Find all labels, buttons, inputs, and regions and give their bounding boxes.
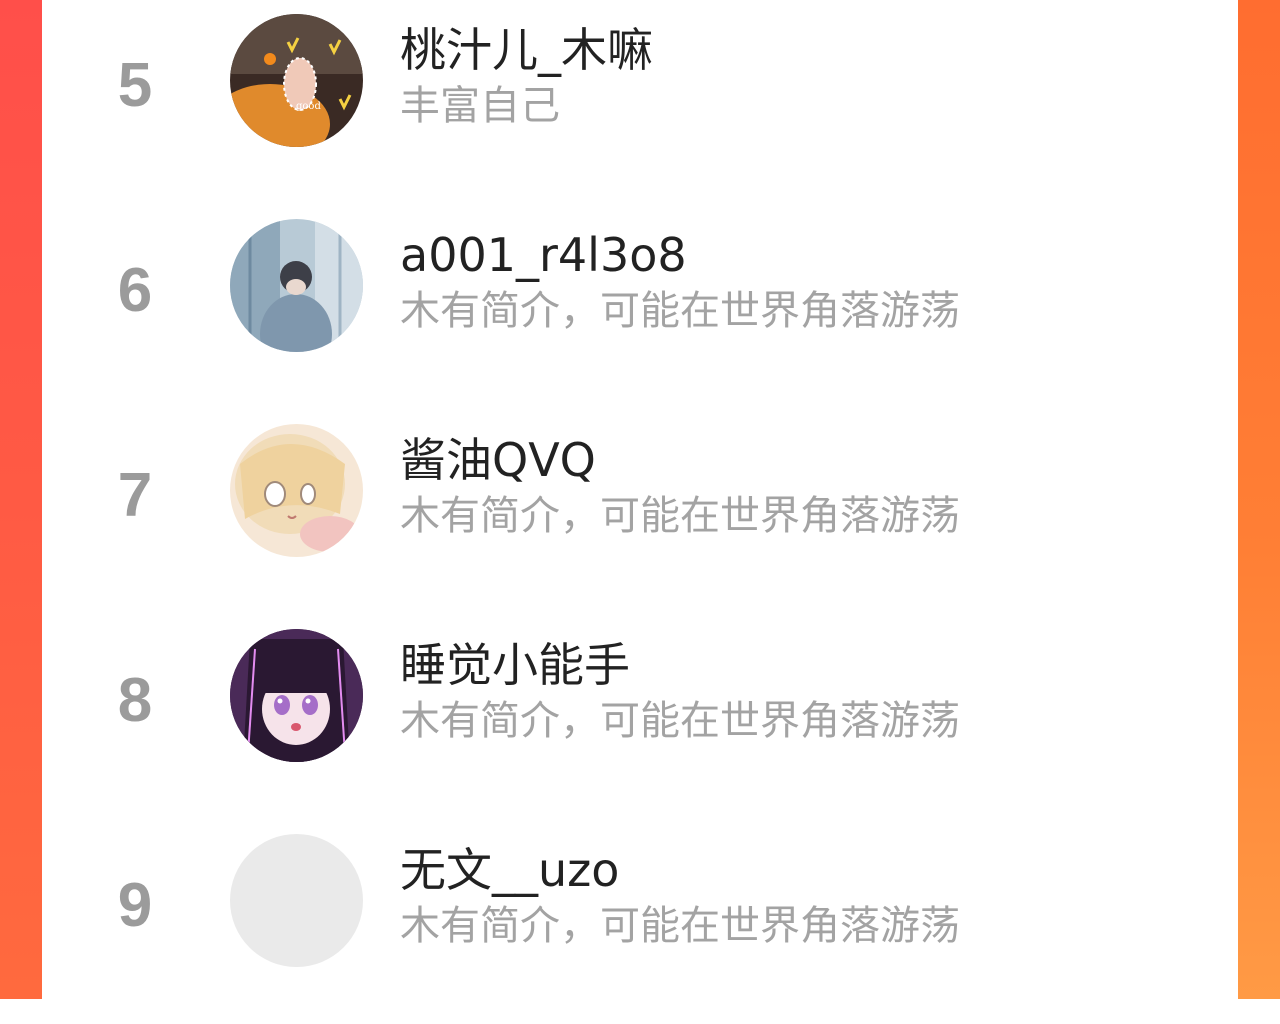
- rank-number: 6: [117, 256, 153, 325]
- user-bio: 丰富自己: [400, 83, 560, 129]
- user-name[interactable]: a001_r4l3o8: [400, 232, 687, 278]
- user-row[interactable]: 6 a001_r4l3o8 木有简介，可能在世界角落游荡: [42, 205, 1238, 409]
- svg-text:good: good: [296, 101, 321, 112]
- user-avatar[interactable]: [230, 219, 363, 352]
- user-row[interactable]: 8 睡觉小能手 木有简介，可能在世界角落游荡: [42, 615, 1238, 819]
- user-bio: 木有简介，可能在世界角落游荡: [400, 698, 960, 744]
- rank-number: 5: [117, 51, 153, 120]
- user-avatar[interactable]: good: [230, 14, 363, 147]
- avatar-anime-icon: [230, 424, 363, 557]
- right-gradient-border: [1238, 0, 1280, 999]
- user-row[interactable]: 7 酱油QVQ 木有简介，可能在世界角落游荡: [42, 410, 1238, 614]
- user-row[interactable]: 9 无文__uzo 木有简介，可能在世界角落游荡: [42, 820, 1238, 1024]
- rank-number: 9: [117, 871, 153, 940]
- user-bio: 木有简介，可能在世界角落游荡: [400, 288, 960, 334]
- ranking-panel: 5 good 桃汁儿_木嘛 丰富自己 6 a001_r4l3o8 木有简介，可能…: [42, 0, 1238, 999]
- avatar-placeholder-icon: [230, 834, 363, 967]
- avatar-anime-icon: [230, 629, 363, 762]
- user-name[interactable]: 桃汁儿_木嘛: [400, 27, 653, 73]
- user-avatar[interactable]: [230, 629, 363, 762]
- user-name[interactable]: 酱油QVQ: [400, 437, 596, 483]
- user-name[interactable]: 无文__uzo: [400, 847, 619, 893]
- avatar-photo-icon: good: [230, 14, 363, 147]
- user-avatar[interactable]: [230, 424, 363, 557]
- user-bio: 木有简介，可能在世界角落游荡: [400, 493, 960, 539]
- user-avatar[interactable]: [230, 834, 363, 967]
- user-row[interactable]: 5 good 桃汁儿_木嘛 丰富自己: [42, 0, 1238, 204]
- user-name[interactable]: 睡觉小能手: [400, 642, 630, 688]
- user-bio: 木有简介，可能在世界角落游荡: [400, 903, 960, 949]
- avatar-photo-icon: [230, 219, 363, 352]
- left-gradient-border: [0, 0, 42, 999]
- rank-number: 7: [117, 461, 153, 530]
- rank-number: 8: [117, 666, 153, 735]
